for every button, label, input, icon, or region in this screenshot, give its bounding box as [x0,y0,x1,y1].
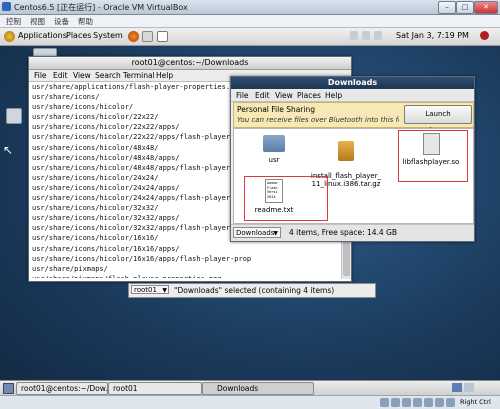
taskbar-item-root01[interactable]: root01 [108,382,202,395]
host-window-title: Centos6.5 [正在运行] - Oracle VM VirtualBox [14,3,188,12]
infobar-title: Personal File Sharing [237,105,315,114]
location-select[interactable]: Downloads ▼ [233,227,281,238]
mouse-cursor-icon: ↖ [3,143,14,157]
host-menu-view[interactable]: 视图 [30,16,45,27]
terminal-line: usr/share/pixmaps/ [32,264,108,273]
mouse-integration-status-icon[interactable] [446,398,455,407]
downloads-title-bar[interactable]: Downloads [231,77,474,89]
close-button[interactable]: ✕ [474,1,498,14]
usb-status-icon[interactable] [402,398,411,407]
firefox-launcher-icon[interactable] [128,31,139,42]
terminal-menu-search[interactable]: Search [95,71,121,80]
notification-icon[interactable] [374,31,382,40]
terminal-menu-help[interactable]: Help [156,71,173,80]
gnome-foot-icon [4,31,15,42]
readme-highlight [244,176,328,221]
host-title-bar: Centos6.5 [正在运行] - Oracle VM VirtualBox … [0,0,500,15]
location-value: Downloads [236,229,275,237]
host-status-bar: Right Ctrl [0,395,500,409]
taskbar-label: root01 [113,384,138,393]
terminal-title-bar[interactable]: root01@centos:~/Downloads [29,57,351,70]
hdd-status-icon[interactable] [380,398,389,407]
minimize-button[interactable]: – [438,1,456,14]
downloads-title: Downloads [327,78,378,87]
downloads-menu-places[interactable]: Places [297,91,321,100]
maximize-button[interactable]: □ [456,1,474,14]
downloads-menu-bar: File Edit View Places Help [231,90,474,102]
path-value: root01 [134,286,157,294]
system-menu[interactable]: System [93,31,123,40]
file-view[interactable]: usr install_flash_player_ 11_linux.i386.… [233,128,474,224]
applications-menu[interactable]: Applications [18,31,67,40]
workspace-2-icon[interactable] [464,383,474,392]
chevron-down-icon: ▼ [162,287,167,294]
volume-icon[interactable] [362,31,370,40]
file-sharing-infobar: Personal File Sharing You can receive fi… [233,102,474,135]
workspace-1-icon[interactable] [452,383,462,392]
terminal-line: usr/share/icons/hicolor/16x16/apps/ [32,244,180,253]
display-status-icon[interactable] [435,398,444,407]
downloads-status-bar: Downloads ▼ 4 items, Free space: 14.4 GB [231,224,474,241]
folder-icon [263,135,285,152]
mail-launcher-icon[interactable] [142,31,153,42]
infobar-text: You can receive files over Bluetooth int… [237,116,399,124]
libflashplayer-highlight [398,130,468,182]
taskbar-label: root01@centos:~/Dow... [21,384,113,393]
terminal-menu-file[interactable]: File [34,71,47,80]
launch-preferences-button[interactable]: Launch Preferences [404,105,472,135]
taskbar-item-terminal[interactable]: root01@centos:~/Dow... [16,382,112,395]
taskbar-item-downloads[interactable]: Downloads [202,382,314,395]
archive-icon [338,141,354,161]
downloads-menu-file[interactable]: File [236,91,249,100]
terminal-menu-edit[interactable]: Edit [53,71,68,80]
show-desktop-icon[interactable] [3,383,14,394]
shared-folder-status-icon[interactable] [424,398,433,407]
host-menu-control[interactable]: 控制 [6,16,21,27]
host-key-label: Right Ctrl [460,398,491,406]
host-menu-devices[interactable]: 设备 [54,16,69,27]
places-menu[interactable]: Places [66,31,91,40]
host-menu-bar: 控制 视图 设备 帮助 [0,15,500,28]
host-menu-help[interactable]: 帮助 [78,16,93,27]
guest-taskbar: root01@centos:~/Dow... root01 Downloads [0,380,500,395]
virtualbox-icon [2,2,11,11]
file-label: usr [268,156,280,164]
gnome-top-panel: Applications Places System Sat Jan 3, 7:… [0,28,500,46]
network-icon[interactable] [350,31,358,40]
taskbar-label: Downloads [217,384,259,393]
downloads-menu-edit[interactable]: Edit [255,91,270,100]
downloads-window: Downloads File Edit View Places Help Per… [230,76,475,242]
file-item-usr[interactable]: usr [254,135,294,164]
terminal-line: usr/share/icons/hicolor/16x16/apps/flash… [32,254,252,263]
network-status-icon[interactable] [413,398,422,407]
terminal-menu-terminal[interactable]: Terminal [123,71,155,80]
downloads-menu-help[interactable]: Help [325,91,342,100]
cd-status-icon[interactable] [391,398,400,407]
downloads-status-text: 4 items, Free space: 14.4 GB [289,228,398,237]
downloads-menu-view[interactable]: View [275,91,293,100]
terminal-line: usr/share/pixmaps/flash-player-propertie… [32,274,338,278]
terminal-title: root01@centos:~/Downloads [131,58,249,67]
selection-status-text: "Downloads" selected (containing 4 items… [174,286,335,295]
text-editor-launcher-icon[interactable] [157,31,168,42]
path-select[interactable]: root01 ▼ [131,285,169,294]
terminal-menu-view[interactable]: View [73,71,91,80]
chevron-down-icon: ▼ [273,230,278,237]
browser-status-strip: root01 ▼ "Downloads" selected (containin… [128,283,376,298]
home-desktop-icon[interactable] [6,108,22,124]
shutdown-icon[interactable] [480,31,489,40]
panel-clock[interactable]: Sat Jan 3, 7:19 PM [396,31,469,40]
